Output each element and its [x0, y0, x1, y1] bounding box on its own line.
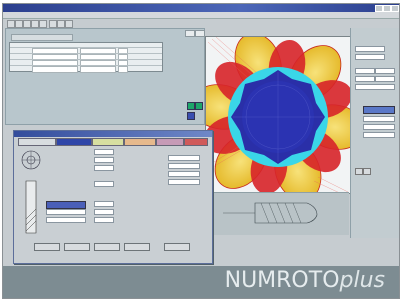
toolbar-button[interactable] — [23, 20, 31, 28]
parameter-field[interactable] — [375, 68, 395, 74]
profile-panel — [203, 192, 349, 235]
table-cell[interactable] — [32, 66, 78, 73]
dialog-tab[interactable] — [156, 138, 184, 146]
parameter-panel — [350, 28, 399, 238]
small-control[interactable] — [185, 30, 195, 37]
dialog-field[interactable] — [168, 163, 200, 169]
dialog-field[interactable] — [94, 201, 114, 207]
status-indicator — [195, 102, 203, 110]
dialog-button[interactable] — [164, 243, 190, 251]
dialog-field[interactable] — [94, 217, 114, 223]
dialog-field[interactable] — [46, 217, 86, 223]
parameter-field[interactable] — [355, 76, 375, 82]
minimize-icon[interactable] — [375, 5, 383, 12]
parameter-field[interactable] — [355, 46, 385, 52]
dialog-button[interactable] — [124, 243, 150, 251]
parameter-field[interactable] — [355, 68, 375, 74]
status-indicator — [187, 112, 195, 120]
selected-item[interactable] — [363, 106, 395, 114]
table-cell[interactable] — [80, 66, 116, 73]
dialog-field[interactable] — [94, 209, 114, 215]
dialog-tab[interactable] — [184, 138, 208, 146]
operation-table — [9, 42, 163, 73]
small-control[interactable] — [363, 168, 371, 175]
close-icon[interactable] — [391, 5, 399, 12]
brand-logo: NUMROTOplus — [225, 268, 385, 293]
dialog-field[interactable] — [94, 181, 114, 187]
rosette-icon — [206, 37, 351, 193]
dialog-field[interactable] — [94, 149, 114, 155]
brand-suffix: plus — [339, 268, 385, 293]
toolbar-button[interactable] — [15, 20, 23, 28]
brand-main: NUMROTO — [224, 268, 340, 293]
dialog-tab[interactable] — [56, 138, 92, 146]
parameter-field[interactable] — [363, 132, 395, 138]
menu-bar — [3, 12, 399, 19]
dialog-button[interactable] — [34, 243, 60, 251]
parameter-dialog — [13, 130, 213, 264]
small-control[interactable] — [355, 168, 363, 175]
dialog-tab[interactable] — [18, 138, 56, 146]
parameter-field[interactable] — [363, 116, 395, 122]
maximize-icon[interactable] — [383, 5, 391, 12]
dialog-title-bar — [14, 131, 212, 137]
selected-field[interactable] — [46, 201, 86, 209]
dialog-button[interactable] — [94, 243, 120, 251]
panel-header — [11, 34, 73, 41]
parameter-field[interactable] — [375, 76, 395, 82]
dialog-tab[interactable] — [92, 138, 124, 146]
dialog-button[interactable] — [64, 243, 90, 251]
dialog-field[interactable] — [46, 209, 86, 215]
dialog-field[interactable] — [94, 157, 114, 163]
toolbar-button[interactable] — [39, 20, 47, 28]
toolbar-button[interactable] — [7, 20, 15, 28]
toolbar — [3, 19, 203, 28]
dialog-field[interactable] — [168, 171, 200, 177]
dialog-field[interactable] — [168, 155, 200, 161]
toolbar-button[interactable] — [65, 20, 73, 28]
toolbar-button[interactable] — [31, 20, 39, 28]
table-cell[interactable] — [118, 66, 128, 73]
rosette-icon — [21, 150, 41, 170]
cutter-profile-icon — [25, 180, 37, 234]
parameter-field[interactable] — [355, 84, 395, 90]
graphics-viewport[interactable] — [205, 36, 352, 194]
toolbar-button[interactable] — [49, 20, 57, 28]
table-row[interactable] — [10, 65, 162, 73]
dialog-field[interactable] — [168, 179, 200, 185]
title-bar — [3, 4, 399, 12]
app-window: NUMROTOplus — [2, 3, 400, 299]
toolbar-button[interactable] — [57, 20, 65, 28]
parameter-field[interactable] — [355, 54, 385, 60]
dialog-field[interactable] — [94, 165, 114, 171]
status-indicator — [187, 102, 195, 110]
cutter-profile-icon — [223, 202, 318, 224]
small-control[interactable] — [195, 30, 205, 37]
dialog-tab[interactable] — [124, 138, 156, 146]
parameter-field[interactable] — [363, 124, 395, 130]
